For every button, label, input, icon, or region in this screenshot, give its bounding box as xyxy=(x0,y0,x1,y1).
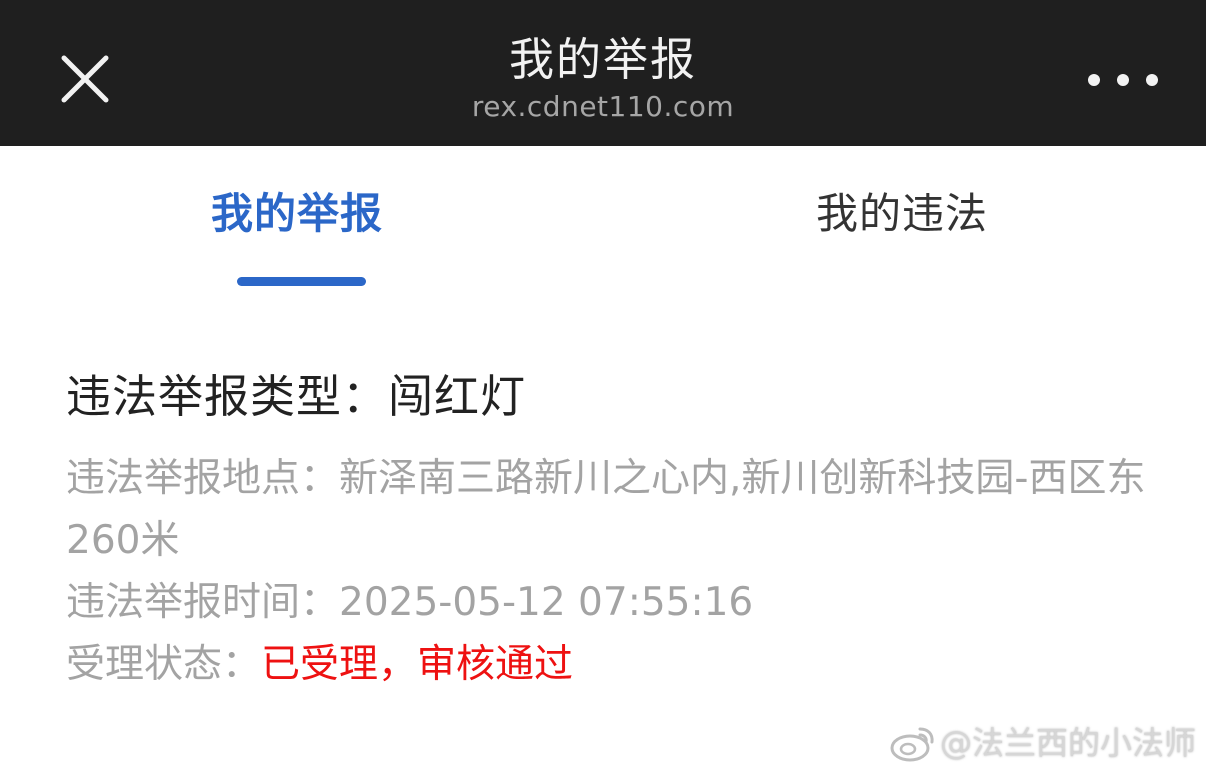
top-bar: 我的举报 rex.cdnet110.com xyxy=(0,0,1206,146)
more-dots-icon xyxy=(1117,74,1129,86)
active-tab-indicator xyxy=(237,277,366,286)
report-location-label: 违法举报地点： xyxy=(66,456,340,501)
report-type: 违法举报类型：闯红灯 xyxy=(66,362,1146,432)
more-dots-icon xyxy=(1146,74,1158,86)
header-title-block: 我的举报 rex.cdnet110.com xyxy=(0,30,1206,124)
report-status-label: 受理状态： xyxy=(66,642,262,687)
report-type-label: 违法举报类型： xyxy=(66,370,389,423)
report-details: 违法举报地点：新泽南三路新川之心内,新川创新科技园-西区东260米 违法举报时间… xyxy=(66,448,1146,696)
report-item[interactable]: 违法举报类型：闯红灯 违法举报地点：新泽南三路新川之心内,新川创新科技园-西区东… xyxy=(66,362,1146,696)
weibo-icon xyxy=(890,727,934,762)
report-time-label: 违法举报时间： xyxy=(66,580,340,625)
more-dots-icon xyxy=(1088,74,1100,86)
watermark-text: @法兰西的小法师 xyxy=(939,724,1196,762)
report-type-value: 闯红灯 xyxy=(388,370,527,423)
watermark: @法兰西的小法师 xyxy=(890,720,1196,766)
tab-my-reports[interactable]: 我的举报 xyxy=(211,186,383,242)
report-status: 受理状态：已受理，审核通过 xyxy=(66,634,1146,696)
report-location: 违法举报地点：新泽南三路新川之心内,新川创新科技园-西区东260米 xyxy=(66,448,1146,572)
tab-bar: 我的举报 我的违法 xyxy=(0,146,1206,296)
report-time: 违法举报时间：2025-05-12 07:55:16 xyxy=(66,572,1146,634)
tab-my-violations[interactable]: 我的违法 xyxy=(816,186,988,242)
page-title: 我的举报 xyxy=(508,33,697,86)
report-status-value: 已受理，审核通过 xyxy=(261,642,574,687)
report-time-value: 2025-05-12 07:55:16 xyxy=(339,580,754,625)
page-url: rex.cdnet110.com xyxy=(471,90,735,123)
more-button[interactable] xyxy=(1088,62,1158,98)
